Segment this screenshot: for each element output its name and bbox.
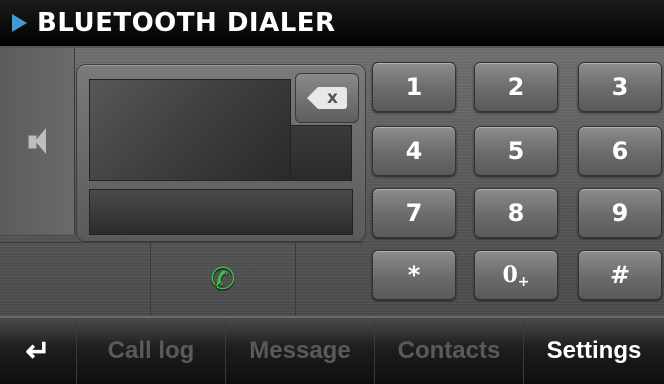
title-bar: BLUETOOTH DIALER <box>0 0 664 48</box>
key-6[interactable]: 6 <box>578 126 662 176</box>
phone-call-icon: ✆ <box>210 262 236 297</box>
page-title: BLUETOOTH DIALER <box>37 8 336 38</box>
key-7[interactable]: 7 <box>372 188 456 238</box>
speaker-icon <box>26 126 48 156</box>
call-controls-row: ✆ <box>0 242 364 317</box>
key-hash[interactable]: # <box>578 250 662 300</box>
key-2[interactable]: 2 <box>474 62 558 112</box>
back-button[interactable]: ↵ <box>0 318 77 384</box>
key-9[interactable]: 9 <box>578 188 662 238</box>
speaker-toggle-button[interactable] <box>0 48 75 234</box>
title-arrow-icon <box>12 14 27 32</box>
key-8[interactable]: 8 <box>474 188 558 238</box>
return-arrow-icon: ↵ <box>25 334 51 368</box>
key-0-plus[interactable]: 0 + <box>474 250 558 300</box>
key-1[interactable]: 1 <box>372 62 456 112</box>
backspace-button[interactable]: x <box>295 73 359 123</box>
bottom-nav: ↵ Call log Message Contacts Settings <box>0 316 664 384</box>
nav-contacts[interactable]: Contacts <box>375 318 524 384</box>
number-display <box>89 79 291 181</box>
empty-control-left <box>0 243 151 317</box>
key-star[interactable]: * <box>372 250 456 300</box>
key-5[interactable]: 5 <box>474 126 558 176</box>
backspace-icon: x <box>307 87 347 109</box>
key-3[interactable]: 3 <box>578 62 662 112</box>
dialer-main: x ✆ 1 2 3 4 5 6 7 8 9 * 0 + # <box>0 48 664 317</box>
contact-name-display <box>89 189 353 235</box>
empty-control-right <box>296 243 364 317</box>
key-4[interactable]: 4 <box>372 126 456 176</box>
call-button[interactable]: ✆ <box>151 243 296 317</box>
number-display-extension <box>291 125 352 181</box>
nav-settings[interactable]: Settings <box>524 318 664 384</box>
nav-call-log[interactable]: Call log <box>77 318 226 384</box>
display-frame: x <box>76 64 366 242</box>
nav-message[interactable]: Message <box>226 318 375 384</box>
